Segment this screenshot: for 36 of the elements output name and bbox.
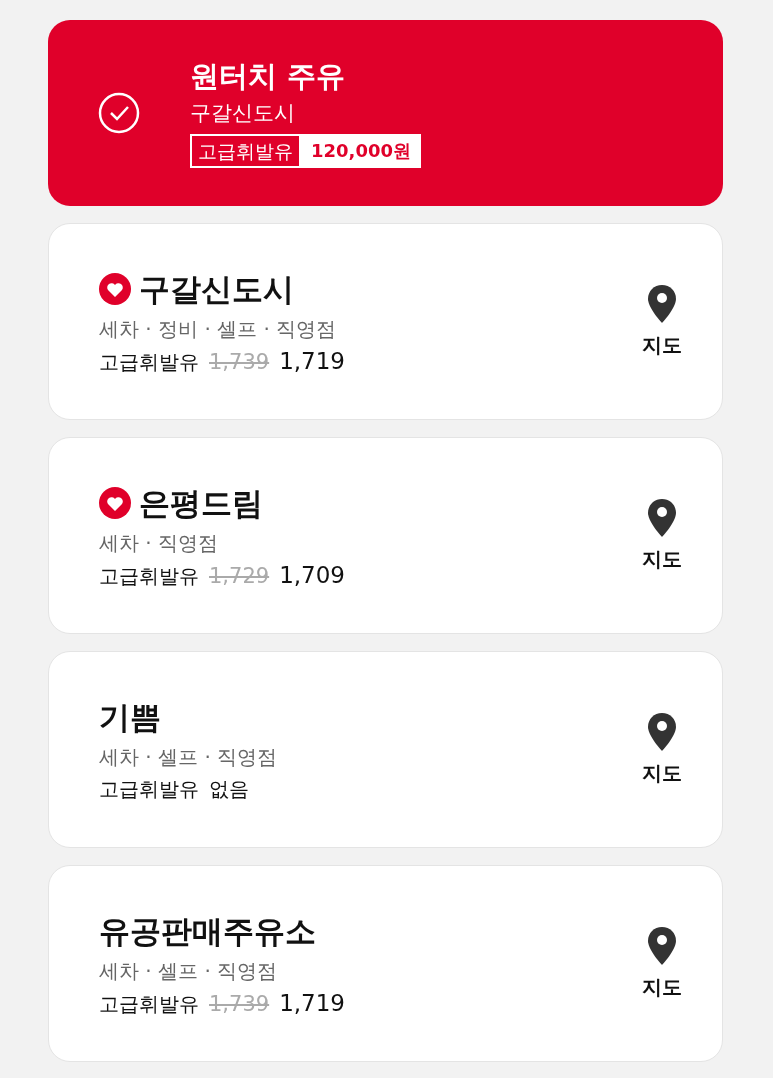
station-location: 구갈신도시 (190, 100, 296, 127)
price-status: 없음 (209, 776, 249, 803)
station-name: 유공판매주유소 (99, 911, 316, 951)
map-pin-icon (647, 712, 677, 752)
check-circle-icon (98, 92, 140, 134)
discount-price: 1,709 (279, 561, 345, 588)
station-title: 원터치 주유 (190, 58, 347, 94)
amount-tag: 120,000원 (301, 134, 421, 168)
fuel-type: 고급휘발유 (99, 776, 199, 803)
map-button[interactable]: 지도 (642, 712, 682, 787)
station-name: 은평드림 (139, 483, 263, 523)
original-price: 1,729 (209, 563, 270, 588)
fuel-type: 고급휘발유 (99, 990, 199, 1018)
discount-price: 1,719 (279, 989, 345, 1016)
station-features: 세차 · 정비 · 셀프 · 직영점 (99, 315, 338, 343)
discount-price: 1,719 (279, 347, 345, 374)
station-card[interactable]: 구갈신도시 세차 · 정비 · 셀프 · 직영점 고급휘발유 1,739 1,719 지도 (48, 223, 723, 420)
station-card[interactable]: 기쁨 세차 · 셀프 · 직영점 고급휘발유 없음 지도 (48, 651, 723, 848)
fuel-type: 고급휘발유 (99, 562, 199, 590)
station-card[interactable]: 은평드림 세차 · 직영점 고급휘발유 1,729 1,709 지도 (48, 437, 723, 634)
map-button[interactable]: 지도 (642, 284, 682, 359)
station-name: 구갈신도시 (139, 269, 294, 309)
map-pin-icon (647, 926, 677, 966)
station-card[interactable]: 유공판매주유소 세차 · 셀프 · 직영점 고급휘발유 1,739 1,719 지도 (48, 865, 723, 1062)
map-button[interactable]: 지도 (642, 926, 682, 1001)
station-features: 세차 · 셀프 · 직영점 (99, 744, 279, 771)
map-pin-icon (647, 284, 677, 324)
original-price: 1,739 (209, 349, 270, 374)
map-pin-icon (647, 498, 677, 538)
map-button[interactable]: 지도 (642, 498, 682, 573)
station-name: 기쁨 (99, 698, 161, 737)
station-features: 세차 · 셀프 · 직영점 (99, 957, 279, 985)
fuel-type: 고급휘발유 (99, 348, 199, 376)
station-features: 세차 · 직영점 (99, 529, 220, 557)
fuel-type-tag: 고급휘발유 (190, 134, 301, 168)
original-price: 1,739 (209, 991, 270, 1016)
